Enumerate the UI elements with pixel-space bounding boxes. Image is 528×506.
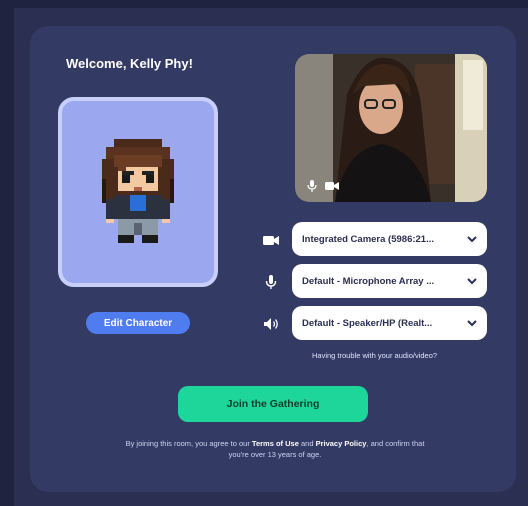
microphone-icon[interactable]	[307, 180, 317, 192]
privacy-policy-link[interactable]: Privacy Policy	[316, 439, 367, 448]
edit-character-button[interactable]: Edit Character	[86, 312, 190, 334]
microphone-icon	[265, 275, 277, 289]
legal-prefix: By joining this room, you agree to our	[125, 439, 252, 448]
camera-icon[interactable]	[325, 181, 339, 191]
camera-icon	[263, 236, 279, 245]
join-gathering-button[interactable]: Join the Gathering	[178, 386, 368, 422]
terms-of-use-link[interactable]: Terms of Use	[252, 439, 299, 448]
camera-preview	[295, 54, 487, 202]
chevron-down-icon	[467, 236, 477, 243]
legal-and: and	[298, 439, 316, 448]
speaker-select-value: Default - Speaker/HP (Realt...	[302, 317, 433, 329]
character-sprite	[102, 139, 174, 243]
camera-select-value: Integrated Camera (5986:21...	[302, 233, 435, 245]
character-avatar-preview	[58, 97, 218, 287]
camera-select[interactable]: Integrated Camera (5986:21...	[292, 222, 487, 256]
chevron-down-icon	[467, 278, 477, 285]
preview-controls	[307, 180, 339, 192]
speaker-icon	[264, 318, 278, 330]
audio-video-help-link[interactable]: Having trouble with your audio/video?	[312, 351, 437, 360]
chevron-down-icon	[467, 320, 477, 327]
microphone-select-value: Default - Microphone Array ...	[302, 275, 435, 287]
window-frame-left	[0, 0, 14, 506]
window-frame-top	[0, 0, 528, 8]
welcome-title: Welcome, Kelly Phy!	[66, 56, 193, 71]
microphone-select[interactable]: Default - Microphone Array ...	[292, 264, 487, 298]
legal-notice: By joining this room, you agree to our T…	[120, 438, 430, 460]
speaker-select[interactable]: Default - Speaker/HP (Realt...	[292, 306, 487, 340]
